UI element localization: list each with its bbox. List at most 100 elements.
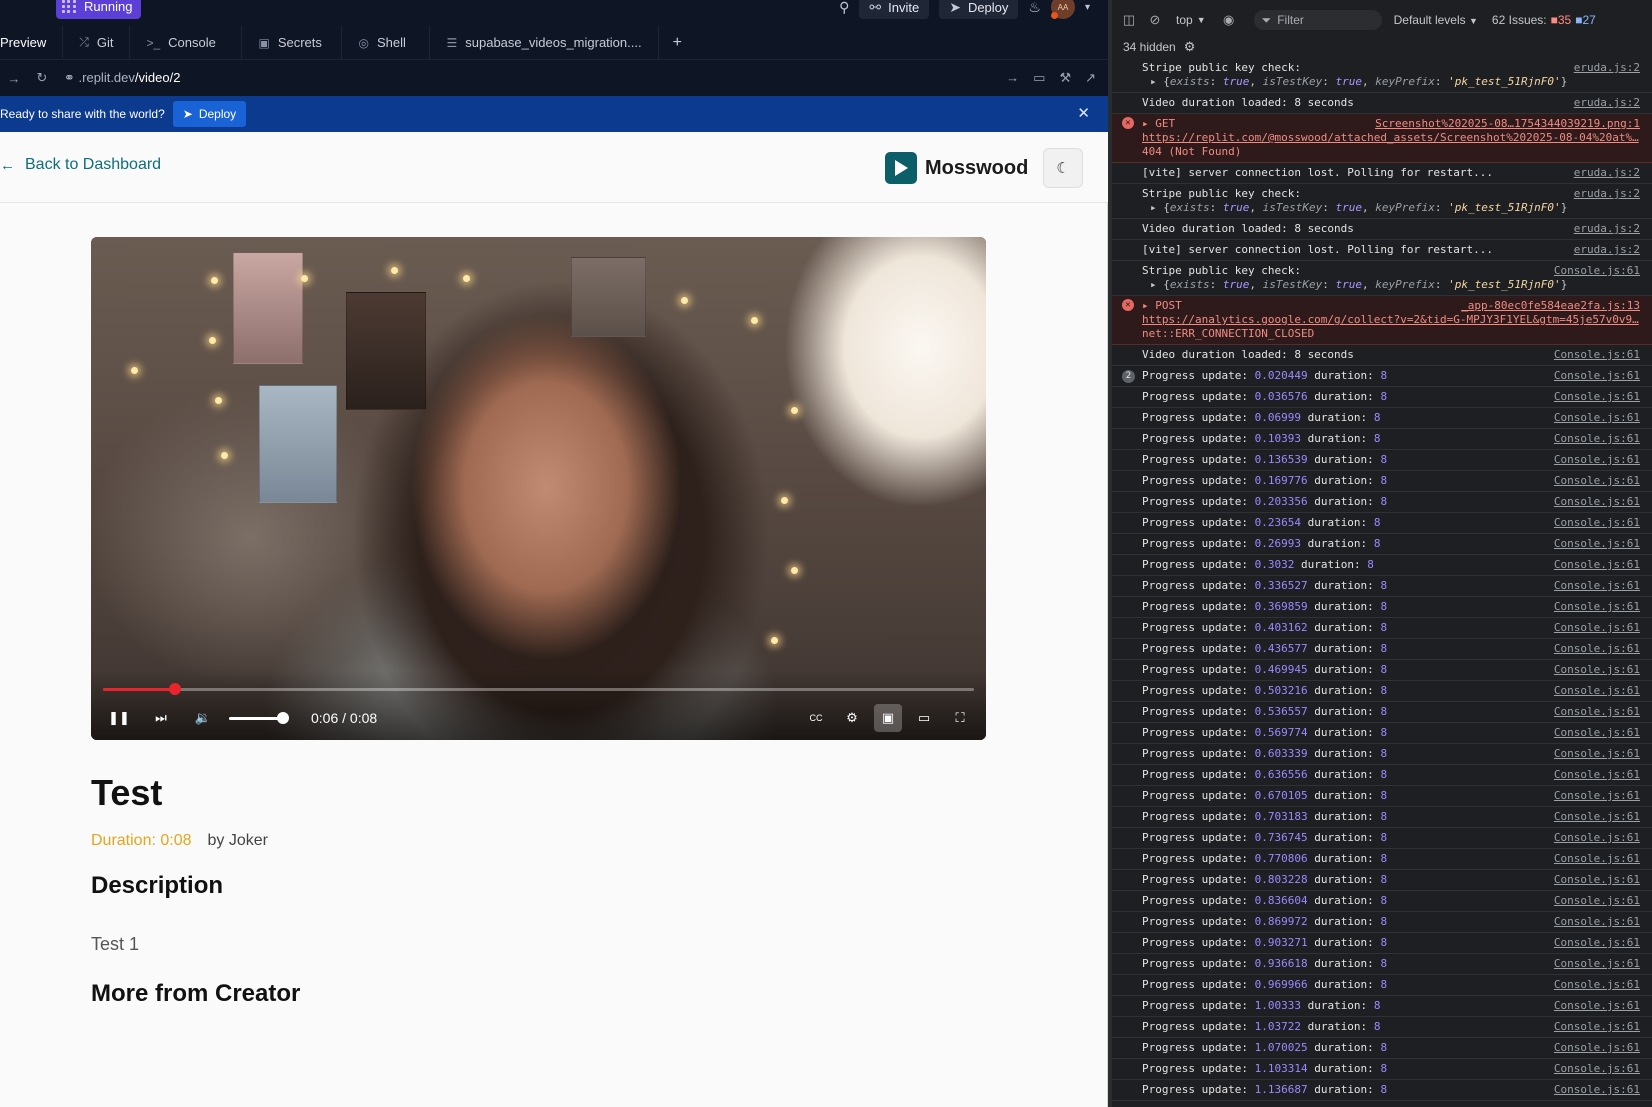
log-source-link[interactable]: Console.js:61: [1554, 810, 1640, 824]
volume-slider[interactable]: [229, 711, 289, 724]
volume-icon[interactable]: 🔉: [189, 704, 217, 732]
volume-handle[interactable]: [277, 711, 289, 724]
log-source-link[interactable]: Console.js:61: [1554, 516, 1640, 530]
log-source-link[interactable]: Console.js:61: [1554, 705, 1640, 719]
search-icon[interactable]: ⚲: [839, 0, 849, 16]
log-source-link[interactable]: Console.js:61: [1554, 999, 1640, 1013]
log-source-link[interactable]: Console.js:61: [1554, 432, 1640, 446]
external-link-icon[interactable]: ↗: [1085, 70, 1096, 86]
log-source-link[interactable]: Console.js:61: [1554, 894, 1640, 908]
tab-migration-file[interactable]: ☰ supabase_videos_migration....: [430, 25, 659, 60]
log-source-link[interactable]: Console.js:61: [1554, 684, 1640, 698]
error-url[interactable]: https://analytics.google.com/g/collect?v…: [1142, 313, 1644, 327]
log-source-link[interactable]: Console.js:61: [1554, 936, 1640, 950]
log-source-link[interactable]: Console.js:61: [1554, 369, 1640, 383]
invite-button[interactable]: ⚯ Invite: [859, 0, 930, 19]
log-source-link[interactable]: Console.js:61: [1554, 558, 1640, 572]
captions-icon[interactable]: CC: [802, 704, 830, 732]
log-levels-dropdown[interactable]: Default levels ▼: [1394, 13, 1478, 27]
log-source-link[interactable]: Screenshot%202025-08…1754344039219.png:1: [1375, 117, 1640, 131]
log-source-link[interactable]: eruda.js:2: [1574, 243, 1640, 257]
pause-icon[interactable]: ❚❚: [105, 704, 133, 732]
log-source-link[interactable]: eruda.js:2: [1574, 222, 1640, 236]
log-object-preview[interactable]: ▸ {exists: true, isTestKey: true, keyPre…: [1142, 278, 1644, 292]
log-source-link[interactable]: Console.js:61: [1554, 873, 1640, 887]
video-author[interactable]: by Joker: [208, 832, 268, 850]
log-source-link[interactable]: Console.js:61: [1554, 537, 1640, 551]
chevron-down-icon[interactable]: ▾: [1085, 2, 1090, 13]
log-source-link[interactable]: Console.js:61: [1554, 474, 1640, 488]
context-selector[interactable]: top ▼: [1176, 13, 1206, 27]
log-source-link[interactable]: Console.js:61: [1554, 264, 1640, 278]
url-field[interactable]: ⚭ .replit.dev/video/2: [64, 70, 1006, 86]
brand[interactable]: Mosswood: [885, 152, 1028, 184]
theme-toggle-button[interactable]: ☾: [1043, 148, 1083, 188]
log-source-link[interactable]: Console.js:61: [1554, 390, 1640, 404]
log-source-link[interactable]: Console.js:61: [1554, 600, 1640, 614]
close-icon[interactable]: ✕: [1077, 104, 1090, 122]
log-source-link[interactable]: Console.js:61: [1554, 642, 1640, 656]
seek-bar[interactable]: [103, 683, 974, 695]
expand-triangle-icon[interactable]: ▸ {: [1150, 201, 1170, 214]
log-source-link[interactable]: Console.js:61: [1554, 663, 1640, 677]
log-source-link[interactable]: Console.js:61: [1554, 789, 1640, 803]
clear-console-icon[interactable]: ⊘: [1142, 12, 1168, 28]
deploy-button[interactable]: ➤ Deploy: [939, 0, 1019, 19]
expand-triangle-icon[interactable]: ▸ {: [1150, 278, 1170, 291]
log-source-link[interactable]: Console.js:61: [1554, 768, 1640, 782]
log-source-link[interactable]: eruda.js:2: [1574, 166, 1640, 180]
add-tab-icon[interactable]: +: [659, 34, 696, 52]
fullscreen-icon[interactable]: ⛶: [946, 704, 974, 732]
error-url[interactable]: https://replit.com/@mosswood/attached_as…: [1142, 131, 1644, 145]
log-source-link[interactable]: Console.js:61: [1554, 831, 1640, 845]
log-source-link[interactable]: eruda.js:2: [1574, 187, 1640, 201]
seek-handle[interactable]: [168, 683, 181, 695]
log-source-link[interactable]: Console.js:61: [1554, 852, 1640, 866]
log-source-link[interactable]: eruda.js:2: [1574, 61, 1640, 75]
avatar[interactable]: AA: [1050, 0, 1075, 19]
log-source-link[interactable]: Console.js:61: [1554, 1083, 1640, 1097]
forward-icon[interactable]: →: [0, 71, 28, 86]
devices-icon[interactable]: ▭: [1033, 70, 1045, 86]
log-source-link[interactable]: Console.js:61: [1554, 957, 1640, 971]
theater-mode-icon[interactable]: ▭: [910, 704, 938, 732]
banner-deploy-button[interactable]: ➤ Deploy: [172, 101, 247, 127]
tab-secrets[interactable]: ▣ Secrets: [242, 25, 343, 60]
back-to-dashboard-link[interactable]: ← Back to Dashboard: [0, 156, 161, 174]
log-object-preview[interactable]: ▸ {exists: true, isTestKey: true, keyPre…: [1142, 75, 1644, 89]
log-source-link[interactable]: Console.js:61: [1554, 348, 1640, 362]
log-source-link[interactable]: Console.js:61: [1554, 411, 1640, 425]
log-source-link[interactable]: Console.js:61: [1554, 1020, 1640, 1034]
miniplayer-icon[interactable]: ▣: [874, 704, 902, 732]
issues-counter[interactable]: 62 Issues: ■35 ■27: [1492, 13, 1596, 27]
expand-triangle-icon[interactable]: ▸ {: [1150, 75, 1170, 88]
tab-git[interactable]: ⤮ Git: [63, 25, 131, 60]
run-button[interactable]: Running: [56, 0, 142, 19]
log-source-link[interactable]: Console.js:61: [1554, 915, 1640, 929]
arrow-right-icon[interactable]: →: [1006, 70, 1019, 86]
tab-preview[interactable]: Preview: [0, 25, 64, 60]
log-source-link[interactable]: Console.js:61: [1554, 978, 1640, 992]
log-object-preview[interactable]: ▸ {exists: true, isTestKey: true, keyPre…: [1142, 201, 1644, 215]
tab-console[interactable]: >_ Console: [130, 25, 243, 60]
eye-icon[interactable]: ◉: [1216, 12, 1242, 28]
video-player[interactable]: ❚❚ ⏭ 🔉 0:06 / 0:08 CC ⚙ ▣ ▭ ⛶: [91, 237, 986, 740]
tab-shell[interactable]: ◎ Shell: [342, 25, 431, 60]
reload-icon[interactable]: ↻: [28, 70, 56, 86]
gear-icon[interactable]: ⚙: [1184, 39, 1196, 55]
log-source-link[interactable]: Console.js:61: [1554, 579, 1640, 593]
settings-icon[interactable]: ⚙: [838, 704, 866, 732]
filter-input[interactable]: ⏷ Filter: [1253, 10, 1382, 30]
sidebar-toggle-icon[interactable]: ◫: [1116, 12, 1142, 28]
log-source-link[interactable]: eruda.js:2: [1574, 96, 1640, 110]
wrench-icon[interactable]: ⚒: [1059, 70, 1071, 86]
log-source-link[interactable]: Console.js:61: [1554, 1062, 1640, 1076]
bell-icon[interactable]: ♨: [1028, 0, 1041, 16]
log-source-link[interactable]: Console.js:61: [1554, 1041, 1640, 1055]
log-source-link[interactable]: Console.js:61: [1554, 726, 1640, 740]
log-source-link[interactable]: _app-80ec0fe584eae2fa.js:13: [1461, 299, 1640, 313]
log-source-link[interactable]: Console.js:61: [1554, 495, 1640, 509]
log-source-link[interactable]: Console.js:61: [1554, 747, 1640, 761]
log-source-link[interactable]: Console.js:61: [1554, 453, 1640, 467]
log-source-link[interactable]: Console.js:61: [1554, 621, 1640, 635]
